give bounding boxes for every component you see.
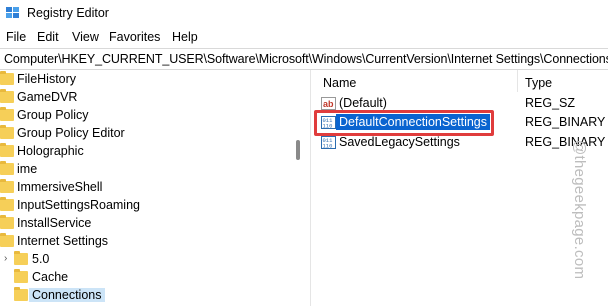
- folder-icon: [14, 269, 28, 283]
- column-header-type[interactable]: Type: [525, 76, 552, 90]
- menu-favorites[interactable]: Favorites: [109, 30, 160, 44]
- column-header-name[interactable]: Name: [323, 76, 356, 90]
- tree-item-label: Group Policy Editor: [17, 126, 125, 140]
- tree-item-internet-settings[interactable]: Internet Settings: [0, 232, 288, 250]
- tree-item-installservice[interactable]: InstallService: [0, 214, 288, 232]
- svg-text:ab: ab: [323, 99, 334, 109]
- tree-item-label: Group Policy: [17, 108, 89, 122]
- key-tree: FileHistory GameDVR Group Policy Group P…: [0, 70, 288, 306]
- tree-item-label: Holographic: [17, 144, 84, 158]
- folder-icon: [0, 89, 14, 103]
- menu-bar: File Edit View Favorites Help: [0, 26, 608, 47]
- folder-icon: [14, 251, 28, 265]
- folder-icon: [0, 197, 14, 211]
- folder-icon: [0, 215, 14, 229]
- folder-icon: [0, 143, 14, 157]
- tree-item-gamedvr[interactable]: GameDVR: [0, 88, 288, 106]
- value-name: SavedLegacySettings: [339, 135, 460, 149]
- address-bar[interactable]: Computer\HKEY_CURRENT_USER\Software\Micr…: [0, 48, 608, 70]
- tree-item-connections[interactable]: Connections: [0, 286, 288, 304]
- tree-item-label: 5.0: [32, 252, 50, 266]
- tree-item-group-policy-editor[interactable]: Group Policy Editor: [0, 124, 288, 142]
- tree-item-inputsettingsroaming[interactable]: InputSettingsRoaming: [0, 196, 288, 214]
- folder-icon: [0, 125, 14, 139]
- tree-item-5-0[interactable]: › 5.0: [0, 250, 288, 268]
- tree-item-group-policy[interactable]: Group Policy: [0, 106, 288, 124]
- tree-item-label: FileHistory: [17, 72, 77, 86]
- tree-item-label: ime: [17, 162, 38, 176]
- menu-edit[interactable]: Edit: [37, 30, 59, 44]
- tree-item-label: ImmersiveShell: [17, 180, 103, 194]
- folder-open-icon: [0, 233, 14, 247]
- folder-icon: [0, 71, 14, 85]
- menu-help[interactable]: Help: [172, 30, 198, 44]
- tree-item-label: Cache: [32, 270, 69, 284]
- tree-item-label: GameDVR: [17, 90, 78, 104]
- svg-text:110: 110: [323, 143, 333, 150]
- value-type: REG_SZ: [525, 96, 576, 110]
- string-value-icon: ab: [321, 97, 336, 110]
- chevron-right-icon[interactable]: ›: [4, 253, 7, 264]
- menu-view[interactable]: View: [72, 30, 99, 44]
- values-list: Name Type ab (Default) REG_SZ 011 110 De…: [310, 70, 608, 306]
- tree-item-holographic[interactable]: Holographic: [0, 142, 288, 160]
- title-bar: Registry Editor: [0, 0, 608, 26]
- folder-icon: [0, 179, 14, 193]
- tree-item-filehistory[interactable]: FileHistory: [0, 70, 288, 88]
- menu-file[interactable]: File: [6, 30, 26, 44]
- folder-icon: [14, 287, 28, 301]
- tree-item-label: Connections: [29, 288, 105, 302]
- value-type: REG_BINARY: [525, 135, 606, 149]
- registry-editor-icon: [6, 7, 19, 18]
- callout-highlight: [314, 110, 494, 136]
- list-header: Name Type: [311, 70, 608, 92]
- folder-icon: [0, 107, 14, 121]
- column-divider[interactable]: [517, 70, 518, 92]
- tree-scrollbar-thumb[interactable]: [296, 140, 300, 160]
- value-type: REG_BINARY: [525, 115, 606, 129]
- binary-value-icon: 011 110: [321, 136, 336, 149]
- tree-item-label: InputSettingsRoaming: [17, 198, 140, 212]
- watermark: @thegeekpage.com: [570, 140, 590, 300]
- tree-item-cache[interactable]: Cache: [0, 268, 288, 286]
- tree-item-label: Internet Settings: [17, 234, 109, 248]
- tree-item-label: InstallService: [17, 216, 92, 230]
- tree-item-ime[interactable]: ime: [0, 160, 288, 178]
- value-name: (Default): [339, 96, 387, 110]
- address-path[interactable]: Computer\HKEY_CURRENT_USER\Software\Micr…: [4, 52, 608, 66]
- folder-icon: [0, 161, 14, 175]
- tree-item-immersiveshell[interactable]: ImmersiveShell: [0, 178, 288, 196]
- pane-splitter[interactable]: [288, 70, 310, 306]
- window-title: Registry Editor: [27, 6, 109, 20]
- watermark-text: @thegeekpage.com: [571, 140, 588, 280]
